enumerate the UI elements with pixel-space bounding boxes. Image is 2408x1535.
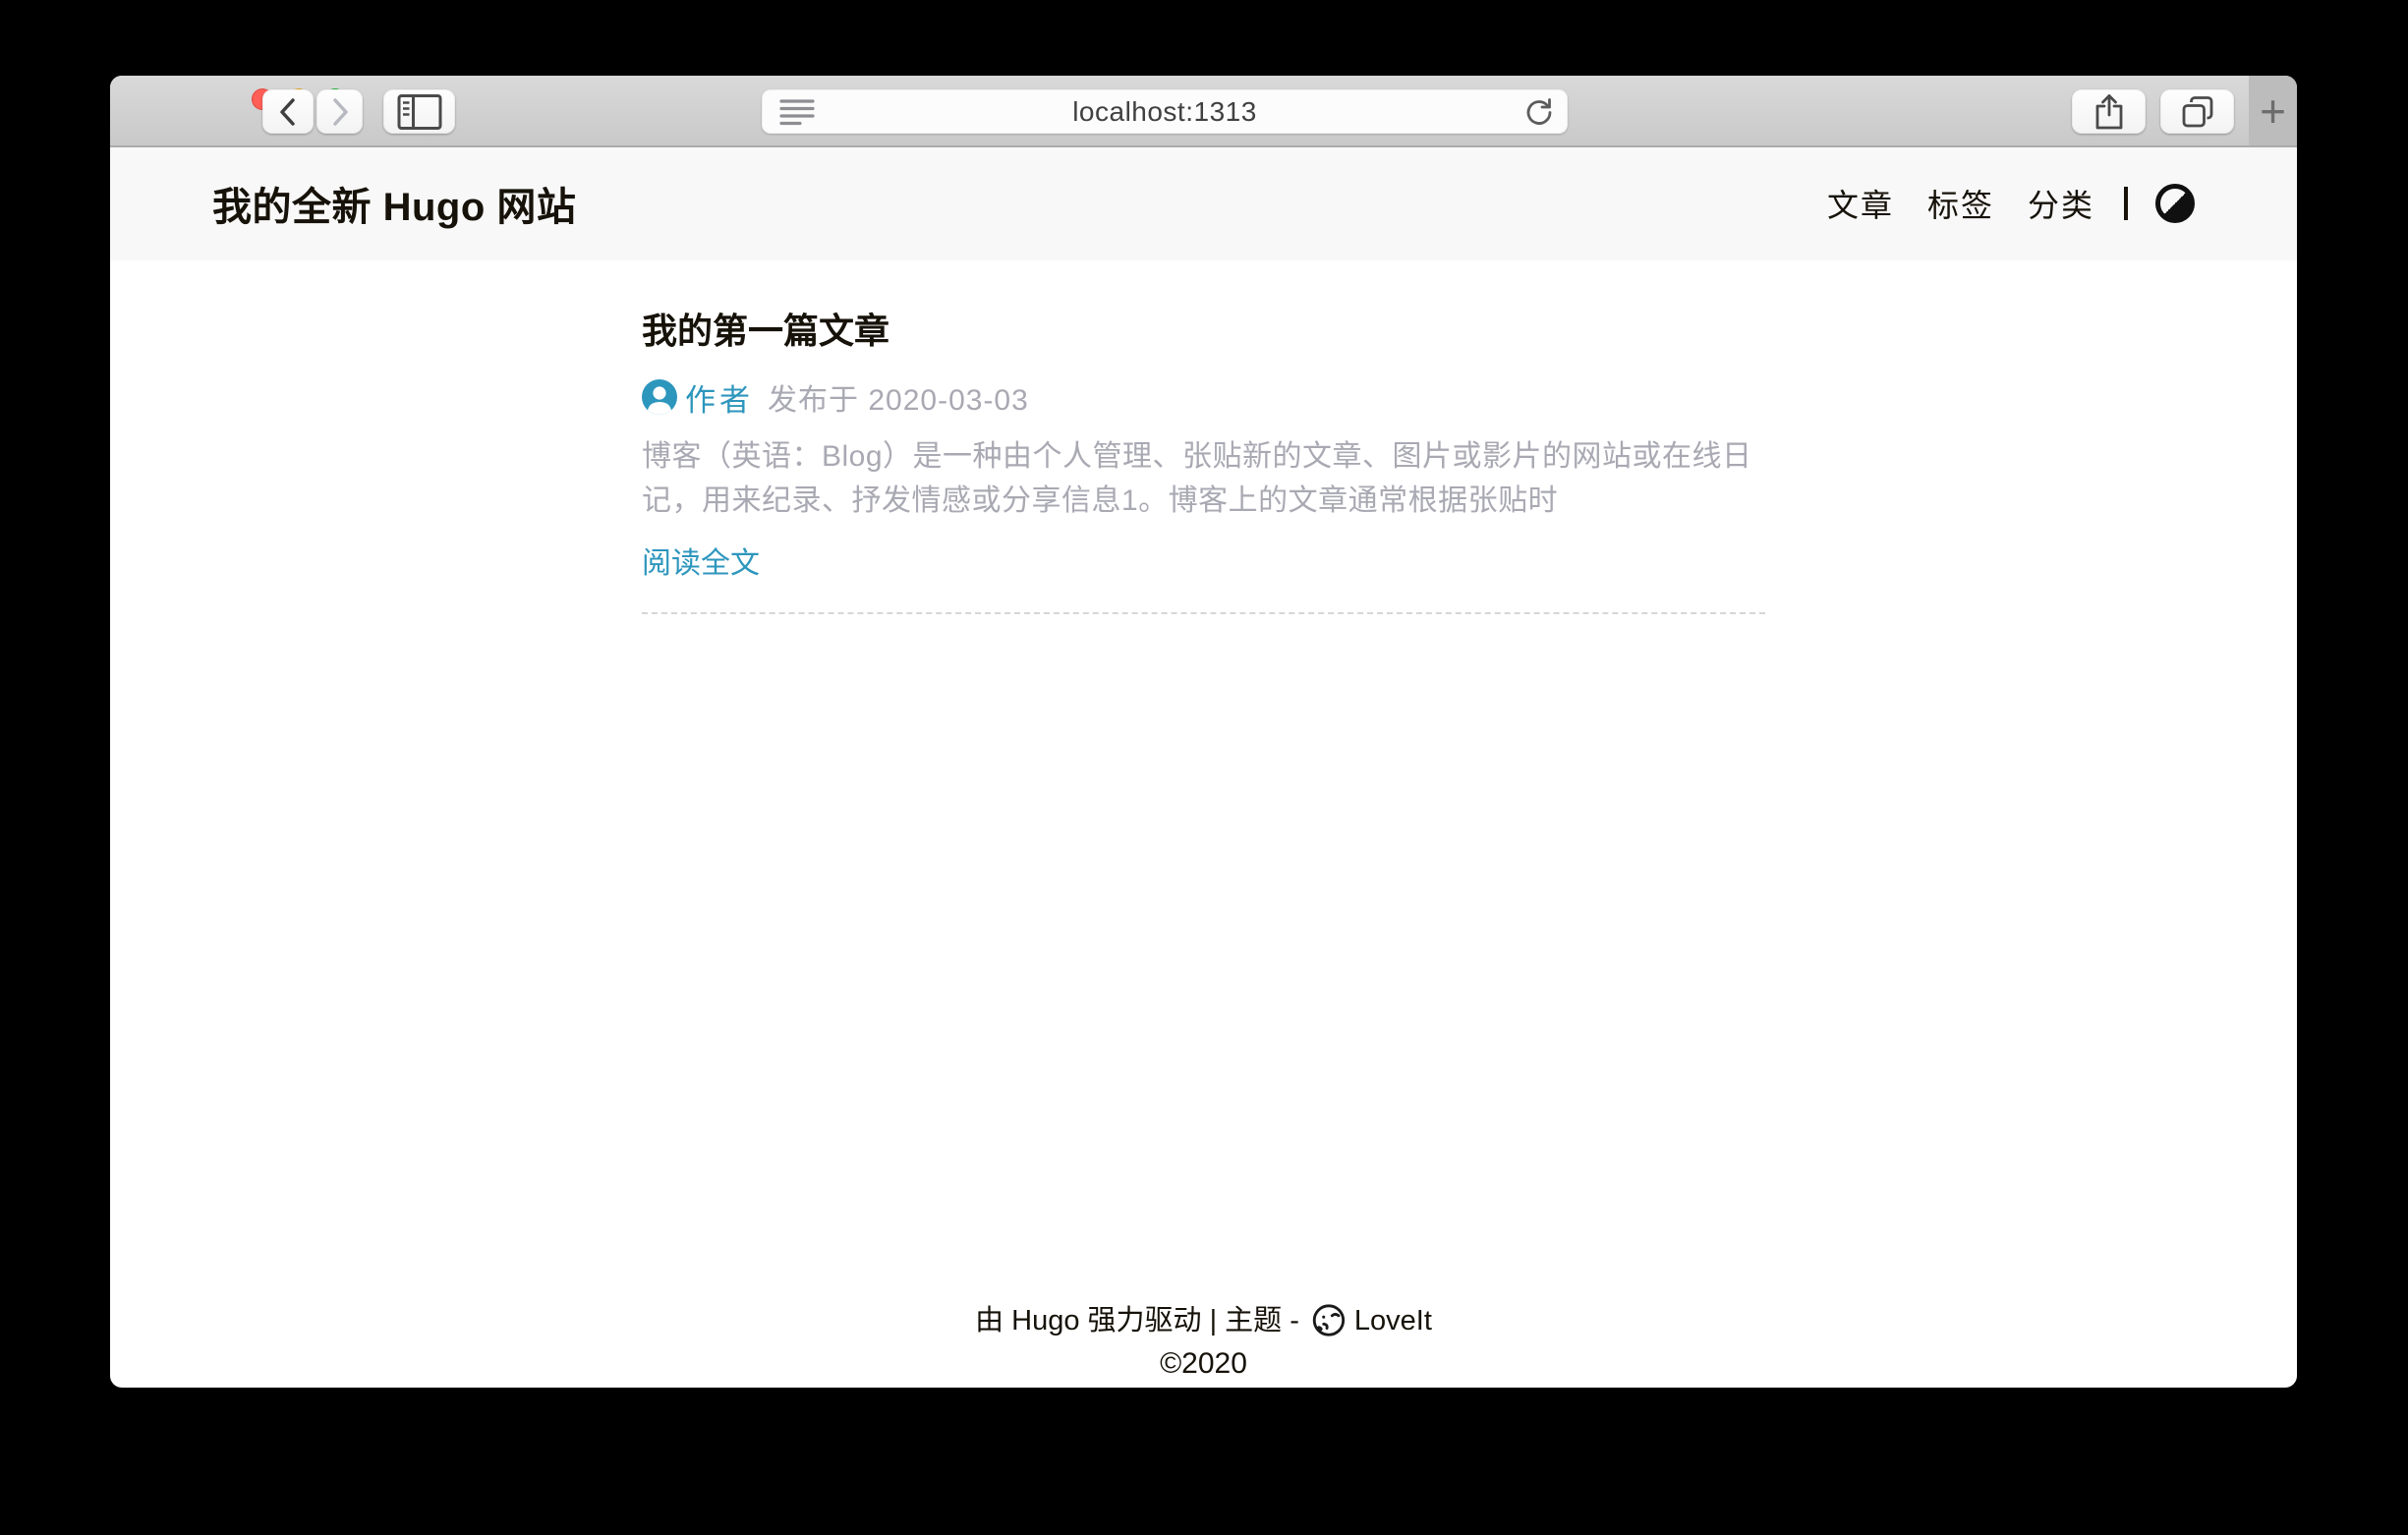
plus-icon: + (2260, 88, 2286, 134)
post-meta: 作者 发布于 2020-03-03 (642, 375, 1765, 419)
share-icon (2094, 93, 2124, 131)
new-tab-button[interactable]: + (2249, 76, 2297, 145)
url-text: localhost:1313 (762, 96, 1568, 128)
published-date: 发布于 2020-03-03 (768, 375, 1029, 419)
nav-item-posts[interactable]: 文章 (1827, 181, 1894, 226)
browser-window: localhost:1313 + 我的全新 Hugo 网站 (110, 76, 2297, 1388)
theme-name-link[interactable]: LoveIt (1354, 1299, 1432, 1342)
copyright-text: ©2020 (110, 1342, 2297, 1386)
reload-icon[interactable] (1522, 96, 1554, 128)
tabs-overview-icon (2180, 94, 2215, 130)
chevron-left-icon (275, 96, 301, 128)
site-footer: 由 Hugo 强力驱动 | 主题 - LoveIt ©2020 (110, 1299, 2297, 1388)
show-tabs-button[interactable] (2160, 89, 2234, 134)
share-button[interactable] (2072, 89, 2146, 134)
site-header: 我的全新 Hugo 网站 文章 标签 分类 (110, 147, 2297, 259)
forward-button[interactable] (316, 89, 363, 134)
footer-powered-line: 由 Hugo 强力驱动 | 主题 - LoveIt (110, 1299, 2297, 1342)
sidebar-toggle-button[interactable] (383, 89, 455, 134)
powered-by-text: 由 Hugo 强力驱动 | 主题 - (975, 1299, 1299, 1342)
main-nav: 文章 标签 分类 (1794, 181, 2195, 226)
nav-separator (2124, 187, 2128, 220)
back-button[interactable] (262, 89, 314, 134)
browser-toolbar: localhost:1313 + (110, 76, 2297, 147)
chevron-right-icon (327, 96, 353, 128)
kissing-face-icon (1309, 1302, 1354, 1339)
address-bar[interactable]: localhost:1313 (762, 89, 1568, 134)
screenshot-stage: localhost:1313 + 我的全新 Hugo 网站 (0, 0, 2408, 1535)
theme-toggle-icon[interactable] (2155, 184, 2195, 223)
nav-item-tags[interactable]: 标签 (1927, 181, 1994, 226)
post-title[interactable]: 我的第一篇文章 (642, 307, 1765, 356)
site-title[interactable]: 我的全新 Hugo 网站 (212, 175, 576, 232)
nav-item-categories[interactable]: 分类 (2028, 181, 2094, 226)
post-summary: 博客（英语：Blog）是一种由个人管理、张贴新的文章、图片或影片的网站或在线日记… (642, 434, 1765, 523)
author-link[interactable]: 作者 (685, 375, 754, 420)
read-more-link[interactable]: 阅读全文 (642, 542, 760, 586)
post-divider (642, 612, 1765, 614)
page-main: 我的第一篇文章 作者 发布于 2020-03-03 博客（英语：Blog）是一种… (110, 259, 2297, 1299)
sidebar-icon (397, 93, 442, 131)
user-circle-icon (642, 379, 677, 415)
